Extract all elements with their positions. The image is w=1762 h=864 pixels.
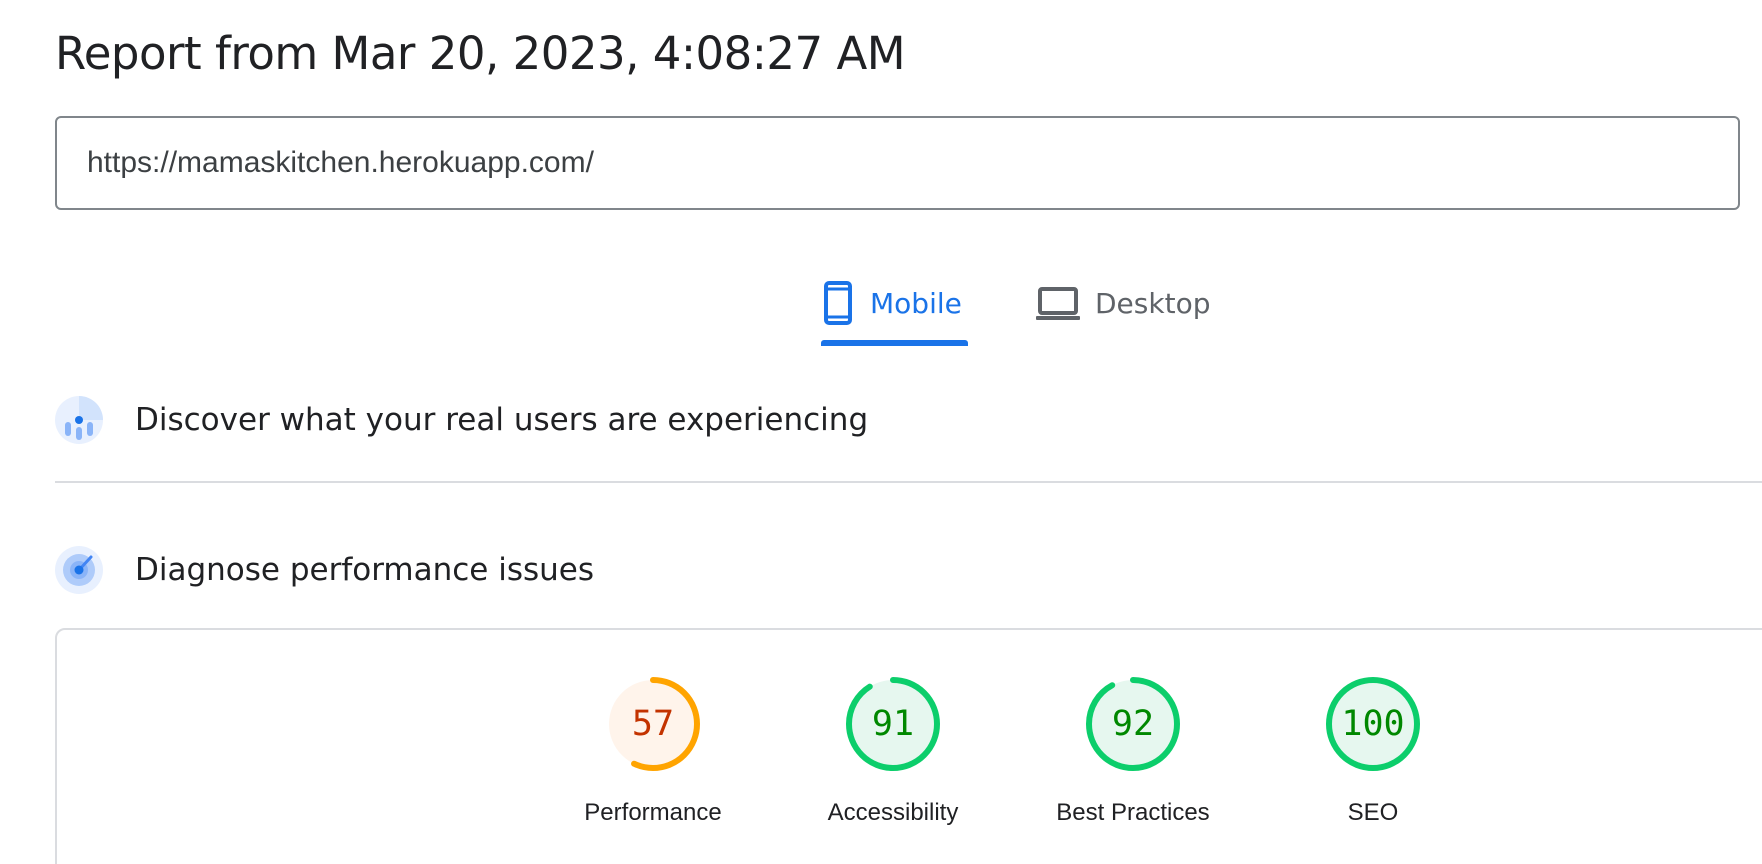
url-field[interactable] — [55, 116, 1740, 210]
score-value-best-practices: 92 — [1111, 704, 1155, 744]
phone-icon — [824, 281, 852, 325]
score-value-accessibility: 91 — [871, 704, 915, 744]
score-label-seo: SEO — [1347, 799, 1399, 826]
score-label-accessibility: Accessibility — [827, 799, 959, 826]
device-tabs: Mobile Desktop — [0, 260, 1762, 350]
tab-mobile-label: Mobile — [870, 286, 962, 320]
score-gauge-best-practices[interactable]: 92 Best Practices — [1043, 673, 1223, 843]
tab-desktop-label: Desktop — [1095, 286, 1211, 320]
gauge-icon — [55, 546, 103, 594]
section-divider — [55, 481, 1762, 483]
active-tab-indicator — [821, 340, 968, 346]
diagnose-section-header: Diagnose performance issues — [55, 546, 594, 594]
crux-section-header: Discover what your real users are experi… — [55, 396, 868, 444]
score-label-best-practices: Best Practices — [1056, 799, 1210, 826]
pagespeed-report-page: Report from Mar 20, 2023, 4:08:27 AM Mob… — [0, 0, 1762, 864]
tab-desktop[interactable]: Desktop — [1035, 260, 1220, 346]
score-value-seo: 100 — [1341, 704, 1405, 744]
crux-section-title: Discover what your real users are experi… — [135, 402, 869, 438]
users-chart-icon — [55, 396, 103, 444]
tab-mobile[interactable]: Mobile — [820, 260, 970, 346]
score-label-performance: Performance — [584, 799, 722, 826]
score-gauge-accessibility[interactable]: 91 Accessibility — [803, 673, 983, 843]
diagnose-section-title: Diagnose performance issues — [135, 552, 595, 588]
score-gauge-seo[interactable]: 100 SEO — [1283, 673, 1463, 843]
report-title: Report from Mar 20, 2023, 4:08:27 AM — [55, 27, 906, 80]
url-input[interactable] — [87, 118, 1687, 208]
score-value-performance: 57 — [631, 704, 675, 744]
score-gauge-performance[interactable]: 57 Performance — [563, 673, 743, 843]
laptop-icon — [1036, 287, 1080, 320]
